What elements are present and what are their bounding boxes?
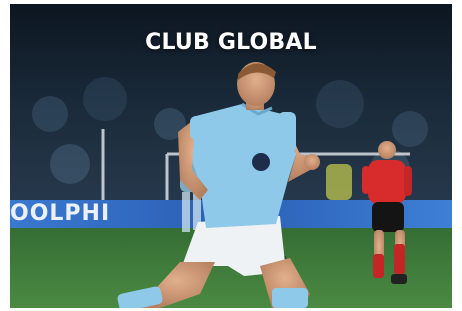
advertising-board-text: OOLPHI: [10, 201, 111, 226]
hero-card[interactable]: OOLPHI CLUB GLOBAL: [10, 4, 452, 308]
card-title[interactable]: CLUB GLOBAL: [10, 30, 452, 55]
background-figure-yellow: [326, 164, 352, 200]
